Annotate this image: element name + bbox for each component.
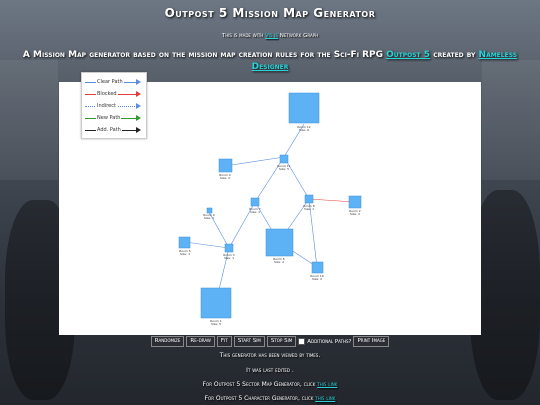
arrow-right-icon	[136, 91, 141, 97]
background-panel-left	[0, 60, 58, 180]
sector-generator-line: For Outpost 5 Sector Map Generator, clic…	[0, 381, 540, 388]
randomize-button[interactable]: Randomize	[150, 336, 185, 347]
start-sim-button[interactable]: Start Sim	[233, 336, 265, 347]
legend-item-indirect: Indirect	[85, 101, 143, 111]
legend-clear-path-label: Clear Path	[96, 78, 124, 86]
node-room-11[interactable]	[279, 154, 289, 164]
edge-n8-n2	[308, 198, 356, 203]
view-counter-text: This generator has been viewed by times.	[219, 352, 321, 359]
node-room-3-size: Size: 1	[224, 256, 234, 260]
node-room-8[interactable]	[304, 194, 314, 204]
toolbar: Randomize Re-draw Fit Start Sim Stop Sim…	[0, 336, 540, 347]
node-room-3[interactable]	[224, 243, 234, 253]
node-room-6[interactable]	[265, 228, 294, 257]
character-generator-line: For Outpost 5 Character Generator, click…	[0, 395, 540, 402]
outpost5-link[interactable]: Outpost 5	[386, 50, 430, 60]
legend-add-path-label: Add. Path	[96, 126, 122, 134]
legend-item-add-path: Add. Path	[85, 125, 143, 135]
node-room-11-size: Size: 5	[279, 167, 289, 171]
nodes: Room 12 Size: 6 Room 11 Size: 5 Room 4 S…	[178, 92, 362, 326]
node-room-4[interactable]	[218, 158, 233, 173]
node-room-4-size: Size: 2	[220, 176, 230, 180]
sector-generator-text: For Outpost 5 Sector Map Generator, clic…	[202, 381, 318, 388]
edge-n5-n3	[184, 241, 230, 249]
character-generator-link[interactable]: this link	[315, 395, 335, 402]
legend-item-clear-path: Clear Path	[85, 77, 143, 87]
character-generator-text: For Outpost 5 Character Generator, click	[204, 395, 316, 402]
node-room-6-size: Size: 2	[274, 260, 284, 264]
node-room-2[interactable]	[348, 195, 362, 209]
tagline-text-1: A Mission Map generator based on the mis…	[22, 50, 387, 60]
arrow-right-icon	[136, 79, 141, 85]
node-room-10[interactable]	[311, 261, 324, 274]
node-room-2-size: Size: 2	[350, 212, 360, 216]
node-room-12[interactable]	[288, 92, 320, 124]
made-with-prefix: This is made with	[221, 33, 266, 39]
sector-generator-link[interactable]: this link	[317, 381, 337, 388]
stop-sim-button[interactable]: Stop Sim	[266, 336, 297, 347]
edge-n11-n4	[224, 156, 285, 167]
node-room-7-size: Size: 1	[250, 210, 260, 214]
node-room-10-size: Size: 2	[312, 277, 322, 281]
redraw-button[interactable]: Re-draw	[186, 336, 215, 347]
node-room-8-size: Size: 1	[304, 207, 314, 211]
arrow-right-icon	[136, 127, 141, 133]
tagline: A Mission Map generator based on the mis…	[10, 49, 530, 73]
node-room-12-size: Size: 6	[299, 128, 309, 132]
made-with-suffix: Network Graph	[278, 33, 319, 39]
node-room-5-size: Size: 1	[180, 252, 190, 256]
additional-paths-checkbox[interactable]	[298, 338, 306, 345]
legend-item-new-path: New Path	[85, 113, 143, 123]
fit-button[interactable]: Fit	[216, 336, 232, 347]
page-title: Outpost 5 Mission Map Generator	[164, 6, 376, 20]
visjs-link[interactable]: Vis.js	[265, 33, 278, 39]
legend: Clear Path Blocked Indirect New Path Add…	[81, 72, 147, 139]
node-room-1-size: Size: 5	[211, 322, 221, 326]
legend-new-path-label: New Path	[96, 114, 122, 122]
legend-blocked-label: Blocked	[96, 90, 118, 98]
made-with-line: This is made with Vis.js Network Graph	[0, 33, 540, 39]
tagline-text-2: created by	[430, 50, 479, 60]
node-room-7[interactable]	[250, 197, 260, 207]
node-room-9-size: Size: 1	[204, 216, 214, 220]
legend-indirect-label: Indirect	[96, 102, 117, 110]
node-room-1[interactable]	[200, 287, 232, 319]
additional-paths-label: Additional Paths?	[307, 339, 352, 345]
arrow-right-icon	[136, 103, 141, 109]
print-image-button[interactable]: Print Image	[353, 336, 390, 347]
arrow-right-icon	[136, 115, 141, 121]
last-edited-text: It was last edited .	[246, 367, 294, 374]
background-panel-right	[482, 60, 540, 180]
additional-paths-toggle[interactable]: Additional Paths?	[298, 338, 351, 345]
node-room-5[interactable]	[178, 236, 191, 249]
legend-item-blocked: Blocked	[85, 89, 143, 99]
